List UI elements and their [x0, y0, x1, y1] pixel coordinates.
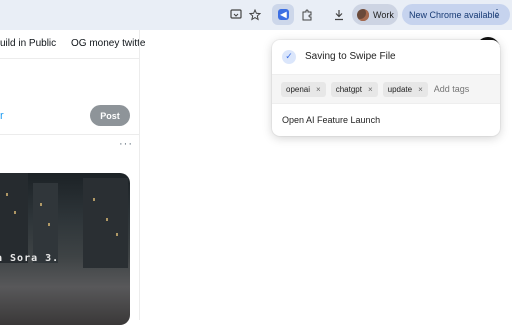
browser-toolbar: ◀ Work New Chrome available ⋮: [0, 0, 512, 30]
tag-chip: chatgpt ×: [330, 81, 378, 97]
star-icon[interactable]: [246, 6, 263, 23]
tags-row: openai × chatgpt × update ×: [272, 74, 500, 104]
tag-label: chatgpt: [335, 84, 362, 94]
update-chip[interactable]: New Chrome available ⋮: [402, 4, 510, 25]
post-button[interactable]: Post: [90, 105, 130, 126]
profile-label: Work: [373, 9, 394, 20]
tab-og-money[interactable]: OG money twitte: [71, 38, 145, 49]
download-icon[interactable]: [330, 6, 347, 23]
swipe-file-item[interactable]: Open AI Feature Launch: [282, 115, 380, 125]
remove-tag-icon[interactable]: ×: [368, 85, 373, 94]
tag-label: openai: [286, 84, 311, 94]
puzzle-icon[interactable]: [298, 6, 315, 23]
update-label: New Chrome available: [409, 9, 500, 20]
profile-chip[interactable]: Work: [352, 4, 398, 25]
kebab-icon[interactable]: ⋮: [492, 8, 502, 19]
compose-link[interactable]: r: [0, 110, 4, 122]
remove-tag-icon[interactable]: ×: [418, 85, 423, 94]
tag-chip: update ×: [382, 81, 428, 97]
tag-chip: openai ×: [281, 81, 326, 97]
add-tags-input[interactable]: [433, 84, 484, 94]
compose-divider: [0, 134, 140, 135]
remove-tag-icon[interactable]: ×: [316, 85, 321, 94]
extension-logo-icon: ◀: [278, 9, 289, 20]
tag-label: update: [387, 84, 413, 94]
video-thumbnail[interactable]: a Sora 3.: [0, 173, 130, 325]
more-icon[interactable]: ···: [119, 138, 133, 150]
popup-header: ✓ Saving to Swipe File: [272, 40, 500, 73]
column-divider: [139, 30, 140, 320]
avatar: [357, 8, 369, 21]
check-icon: ✓: [282, 49, 296, 64]
cast-icon[interactable]: [227, 6, 244, 23]
video-caption: a Sora 3.: [0, 253, 60, 264]
tab-build-in-public[interactable]: uild in Public: [0, 38, 56, 49]
tabs-divider: [0, 58, 140, 59]
save-popup: ✓ Saving to Swipe File openai × chatgpt …: [272, 40, 500, 136]
popup-title: Saving to Swipe File: [305, 51, 396, 62]
